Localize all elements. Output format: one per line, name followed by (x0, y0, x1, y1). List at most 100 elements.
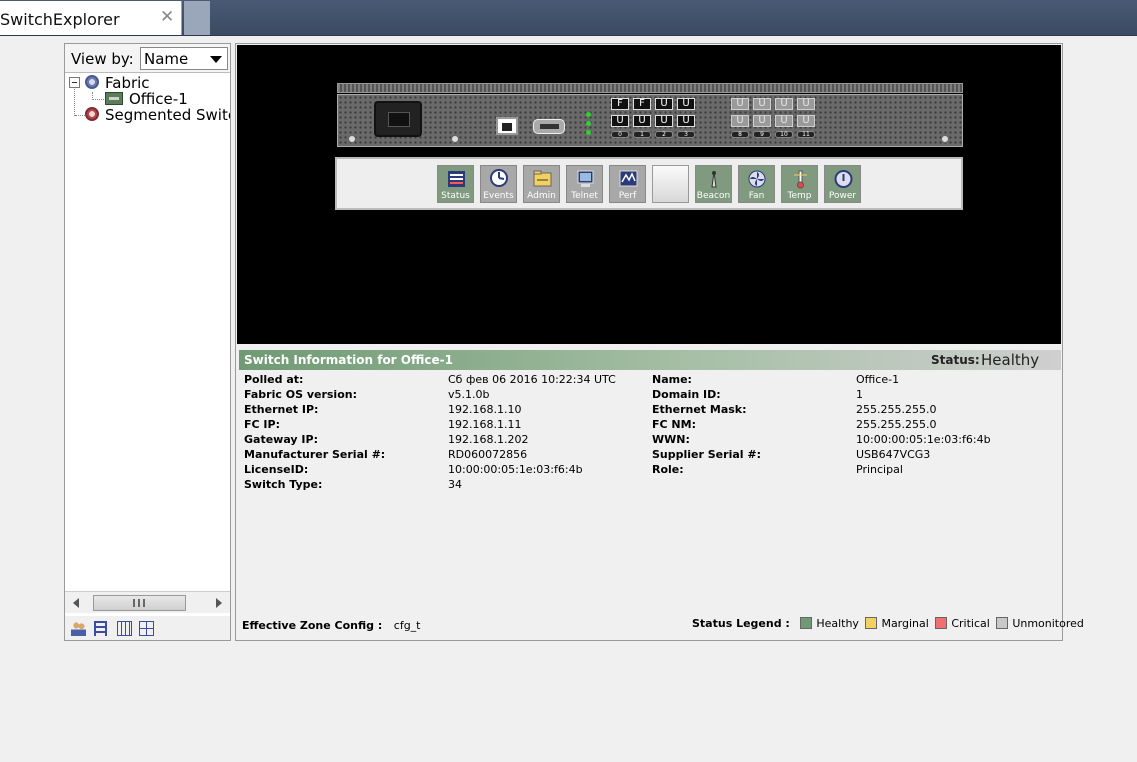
collapse-icon[interactable] (69, 77, 80, 88)
port-slot[interactable]: U (633, 115, 651, 127)
field-key: FC NM: (652, 418, 696, 431)
table-view-icon[interactable] (117, 621, 132, 636)
temp-button[interactable]: Temp (781, 165, 818, 203)
scroll-left-icon[interactable] (73, 598, 79, 608)
field-key: Supplier Serial #: (652, 448, 761, 461)
horizontal-scrollbar[interactable] (65, 591, 230, 613)
beacon-button[interactable]: Beacon (695, 165, 732, 203)
port-slot[interactable]: U (731, 115, 749, 127)
port-slot[interactable]: F (633, 98, 651, 110)
port-number: 10 (775, 131, 793, 138)
temp-button-label: Temp (787, 191, 812, 201)
status-button[interactable]: Status (437, 165, 474, 203)
tab-switchexplorer[interactable]: SwitchExplorer ✕ (0, 1, 182, 35)
admin-icon (533, 170, 552, 187)
port-slot[interactable]: U (655, 115, 673, 127)
port-slot[interactable]: U (775, 115, 793, 127)
events-icon (490, 169, 508, 187)
field-key: Ethernet Mask: (652, 403, 747, 416)
users-icon[interactable] (71, 621, 86, 636)
led-icon (586, 130, 591, 135)
fabric-icon (85, 75, 99, 89)
temp-icon (794, 170, 807, 189)
unmonitored-swatch (996, 617, 1009, 629)
power-button[interactable]: Power (824, 165, 861, 203)
port-slot[interactable]: U (611, 115, 629, 127)
field-value: v5.1.0b (448, 388, 490, 401)
port-slot[interactable]: U (677, 98, 695, 110)
tree-connector (75, 115, 85, 116)
port-number: 11 (797, 131, 815, 138)
port-slot[interactable]: U (797, 98, 815, 110)
tree-connector (74, 89, 75, 116)
port-slot[interactable]: U (677, 115, 695, 127)
perf-button-label: Perf (618, 191, 637, 201)
beacon-button-label: Beacon (696, 191, 731, 201)
field-key: Name: (652, 373, 692, 386)
field-value: 192.168.1.11 (448, 418, 522, 431)
scroll-thumb[interactable] (93, 595, 186, 611)
field-value: 10:00:00:05:1e:03:f6:4b (856, 433, 991, 446)
port-slot[interactable]: U (775, 98, 793, 110)
port-slot[interactable]: U (655, 98, 673, 110)
port-slot[interactable]: U (753, 98, 771, 110)
perf-button[interactable]: Perf (609, 165, 646, 203)
field-value: USB647VCG3 (856, 448, 931, 461)
status-legend-label: Status Legend : (692, 617, 790, 630)
telnet-icon (577, 170, 594, 187)
port-slot[interactable]: U (797, 115, 815, 127)
field-key: Switch Type: (244, 478, 323, 491)
status-button-label: Status (441, 191, 470, 201)
tile-view-icon[interactable] (139, 621, 154, 636)
switch-info-title: Switch Information for Office-1 (244, 353, 453, 367)
field-key: Domain ID: (652, 388, 721, 401)
field-value: Principal (856, 463, 903, 476)
close-icon[interactable]: ✕ (160, 7, 174, 27)
admin-button[interactable]: Admin (523, 165, 560, 203)
tab-bar: SwitchExplorer ✕ (0, 0, 1137, 36)
port-number: 2 (655, 131, 673, 138)
fan-button[interactable]: Fan (738, 165, 775, 203)
port-number: 0 (611, 131, 629, 138)
telnet-button[interactable]: Telnet (566, 165, 603, 203)
scroll-right-icon[interactable] (216, 598, 222, 608)
effective-zone-config: Effective Zone Config : cfg_t (242, 619, 421, 632)
serial-port[interactable] (533, 119, 565, 134)
marginal-swatch (865, 617, 878, 629)
ethernet-port[interactable] (496, 117, 518, 135)
field-value: RD060072856 (448, 448, 528, 461)
field-key: Manufacturer Serial #: (244, 448, 386, 461)
status-value: Healthy (981, 351, 1040, 369)
power-socket-icon (388, 112, 410, 127)
port-slot[interactable]: U (731, 98, 749, 110)
status-label: Status: (931, 353, 980, 367)
blank-button[interactable] (652, 165, 689, 203)
tree-item-label: Segmented Switches (105, 106, 230, 124)
port-number: 3 (677, 131, 695, 138)
events-button[interactable]: Events (480, 165, 517, 203)
field-value: Office-1 (856, 373, 900, 386)
port-slot[interactable]: U (753, 115, 771, 127)
fabric-tree: Fabric Office-1 Segmented Switches (65, 74, 230, 589)
tree-toolbar (65, 616, 230, 640)
switch-toolbar: Status Events Admin Telnet Perf Beacon F… (335, 157, 963, 210)
port-slot[interactable]: F (611, 98, 629, 110)
tree-view-icon[interactable] (94, 621, 107, 636)
port-number: 1 (633, 131, 651, 138)
view-by-select[interactable]: Name (140, 47, 228, 70)
field-value: 192.168.1.202 (448, 433, 529, 446)
tree-panel: View by: Name Fabric Office-1 Segmented … (64, 43, 231, 641)
screw-icon (451, 135, 459, 143)
field-value: 192.168.1.10 (448, 403, 522, 416)
view-by-bar: View by: Name (65, 44, 230, 73)
switch-icon (105, 92, 123, 105)
tab-new[interactable] (184, 1, 210, 35)
switch-chassis[interactable]: F F U U U U U U 0 1 2 3 U U U U U U U U … (337, 94, 963, 147)
fan-icon (748, 170, 766, 188)
chevron-down-icon (210, 56, 222, 63)
healthy-swatch (800, 617, 813, 629)
port-number: 8 (731, 131, 749, 138)
telnet-button-label: Telnet (571, 191, 598, 201)
screw-icon (348, 135, 356, 143)
segmented-icon (85, 107, 99, 121)
